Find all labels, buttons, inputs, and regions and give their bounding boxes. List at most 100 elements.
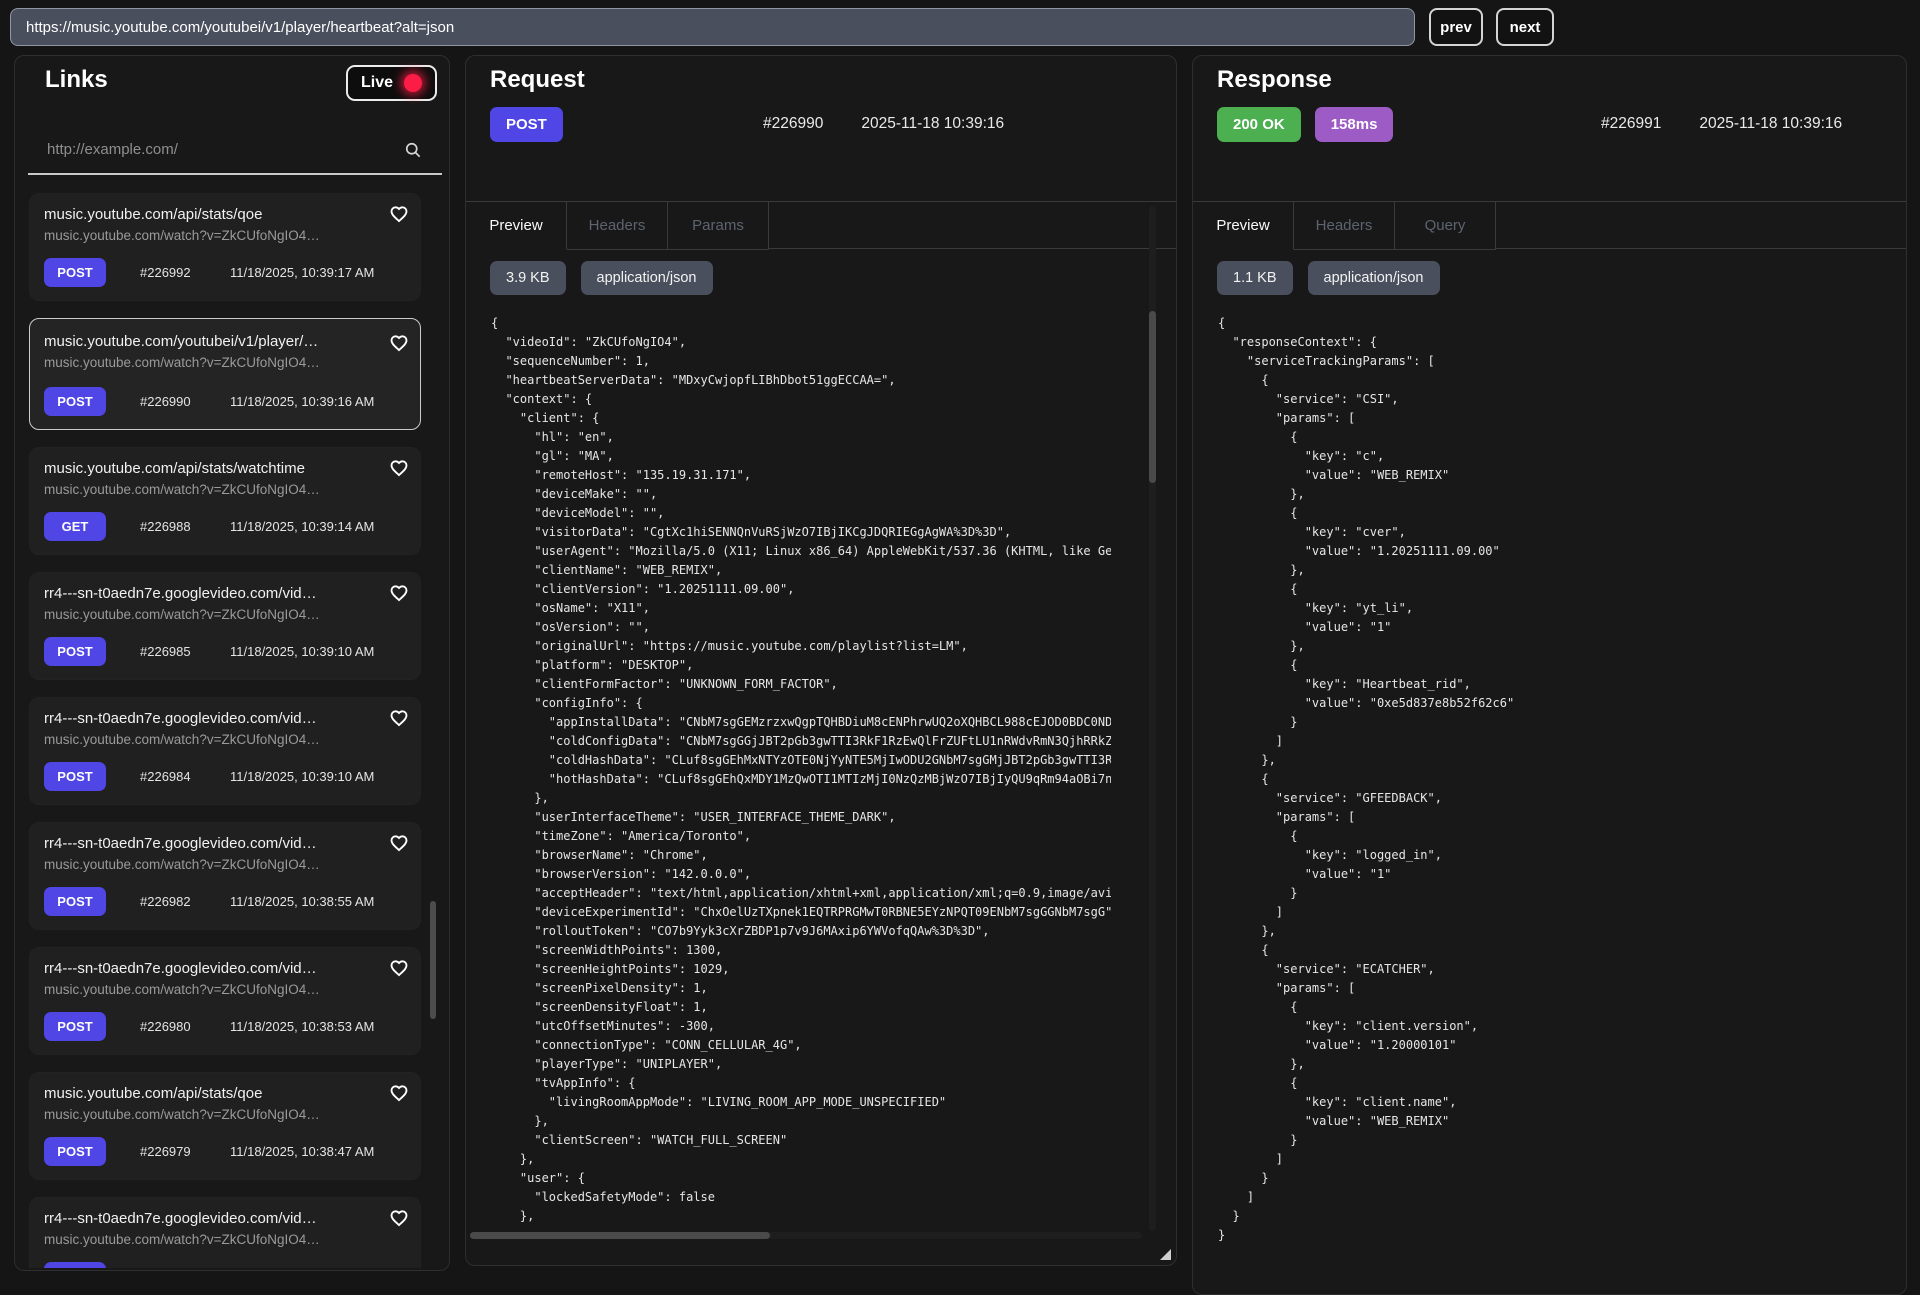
json-line: ] (1218, 1188, 1886, 1207)
json-line: "utcOffsetMinutes": -300, (491, 1017, 1111, 1036)
list-item[interactable]: rr4---sn-t0aedn7e.googlevideo.com/vid… m… (29, 822, 421, 930)
json-line: ] (1218, 1150, 1886, 1169)
json-line: "timeZone": "America/Toronto", (491, 827, 1111, 846)
list-item[interactable]: music.youtube.com/api/stats/qoe music.yo… (29, 1072, 421, 1180)
json-line: { (1218, 998, 1886, 1017)
response-timestamp: 2025-11-18 10:39:16 (1699, 115, 1842, 133)
search-icon[interactable] (403, 140, 423, 165)
json-line: "lockedSafetyMode": false (491, 1188, 1111, 1207)
request-timestamp: 11/18/2025, 10:38:53 AM (230, 1019, 374, 1034)
tab[interactable]: Headers (1294, 202, 1395, 250)
json-line: "key": "c", (1218, 447, 1886, 466)
list-item[interactable]: rr4---sn-t0aedn7e.googlevideo.com/vid… m… (29, 697, 421, 805)
list-item-meta: GET #226988 11/18/2025, 10:39:14 AM (44, 512, 374, 541)
favorite-heart-icon[interactable] (389, 458, 409, 478)
json-line: "value": "1" (1218, 865, 1886, 884)
favorite-heart-icon[interactable] (389, 333, 409, 353)
request-meta-badges: 3.9 KB application/json (490, 261, 713, 295)
json-line: "responseContext": { (1218, 333, 1886, 352)
json-line: "visitorData": "CgtXc1hiSENNQnVuRSjWzO7I… (491, 523, 1111, 542)
request-body-preview: { "videoId": "ZkCUfoNgIO4", "sequenceNum… (491, 314, 1111, 1229)
list-item-meta: POST #226985 11/18/2025, 10:39:10 AM (44, 637, 374, 666)
resize-grip-icon[interactable] (1160, 1249, 1171, 1260)
list-item[interactable]: rr4---sn-t0aedn7e.googlevideo.com/vid… m… (29, 947, 421, 1055)
json-line: { (491, 314, 1111, 333)
list-item-url: rr4---sn-t0aedn7e.googlevideo.com/vid… (44, 835, 406, 852)
json-line: "value": "0xe5d837e8b52f62c6" (1218, 694, 1886, 713)
json-line: "connectionType": "CONN_CELLULAR_4G", (491, 1036, 1111, 1055)
prev-button[interactable]: prev (1429, 8, 1483, 46)
request-timestamp: 11/18/2025, 10:39:16 AM (230, 394, 374, 409)
favorite-heart-icon[interactable] (389, 204, 409, 224)
links-search-row (45, 140, 423, 164)
method-badge: POST (44, 387, 106, 416)
json-line: { (1218, 580, 1886, 599)
tab[interactable]: Params (668, 202, 769, 250)
json-line: ] (1218, 732, 1886, 751)
json-line: "deviceModel": "", (491, 504, 1111, 523)
content-type-badge: application/json (581, 261, 713, 295)
json-line: "key": "logged_in", (1218, 846, 1886, 865)
list-item-page-url: music.youtube.com/watch?v=ZkCUfoNgIO4… (44, 482, 406, 497)
json-line: "value": "1" (1218, 618, 1886, 637)
list-item-page-url: music.youtube.com/watch?v=ZkCUfoNgIO4… (44, 228, 406, 243)
list-item[interactable]: rr4---sn-t0aedn7e.googlevideo.com/vid… m… (29, 572, 421, 680)
live-toggle-button[interactable]: Live (346, 65, 437, 101)
json-line: "value": "WEB_REMIX" (1218, 1112, 1886, 1131)
request-panel-title: Request (490, 66, 585, 94)
tab[interactable]: Headers (567, 202, 668, 250)
list-item-url: rr4---sn-t0aedn7e.googlevideo.com/vid… (44, 960, 406, 977)
request-number: #226992 (140, 265, 206, 280)
json-line: "service": "CSI", (1218, 390, 1886, 409)
request-tabs: Preview Headers Params (466, 201, 1176, 250)
json-line: "clientScreen": "WATCH_FULL_SCREEN" (491, 1131, 1111, 1150)
json-line: "osName": "X11", (491, 599, 1111, 618)
search-input[interactable] (45, 140, 427, 159)
json-line: "params": [ (1218, 409, 1886, 428)
favorite-heart-icon[interactable] (389, 833, 409, 853)
next-button[interactable]: next (1496, 8, 1554, 46)
response-body-preview: { "responseContext": { "serviceTrackingP… (1218, 314, 1886, 1292)
links-panel: Links Live music.youtube.com/api/stats/q… (14, 55, 450, 1271)
request-horizontal-scrollbar-thumb[interactable] (470, 1232, 770, 1239)
list-item[interactable]: music.youtube.com/youtubei/v1/player/… m… (29, 318, 421, 430)
payload-size-badge: 1.1 KB (1217, 261, 1293, 295)
json-line: "clientVersion": "1.20251111.09.00", (491, 580, 1111, 599)
favorite-heart-icon[interactable] (389, 1208, 409, 1228)
method-badge: POST (44, 887, 106, 916)
links-scrollbar-thumb[interactable] (430, 901, 436, 1019)
request-timestamp: 11/18/2025, 10:39:17 AM (230, 265, 374, 280)
json-line: "browserName": "Chrome", (491, 846, 1111, 865)
favorite-heart-icon[interactable] (389, 1083, 409, 1103)
list-item[interactable]: music.youtube.com/api/stats/watchtime mu… (29, 447, 421, 555)
favorite-heart-icon[interactable] (389, 708, 409, 728)
content-type-badge: application/json (1308, 261, 1440, 295)
json-line: "client": { (491, 409, 1111, 428)
json-line: "configInfo": { (491, 694, 1111, 713)
tab[interactable]: Query (1395, 202, 1496, 250)
response-number: #226991 (1601, 115, 1661, 133)
list-item[interactable]: rr4---sn-t0aedn7e.googlevideo.com/vid… m… (29, 1197, 421, 1268)
favorite-heart-icon[interactable] (389, 583, 409, 603)
tab[interactable]: Preview (466, 202, 567, 250)
json-line: "heartbeatServerData": "MDxyCwjopfLIBhDb… (491, 371, 1111, 390)
json-line: "rolloutToken": "CO7b9Yyk3cXrZBDP1p7v9J6… (491, 922, 1111, 941)
url-input[interactable] (10, 8, 1415, 46)
request-timestamp: 11/18/2025, 10:38:55 AM (230, 894, 374, 909)
tab[interactable]: Preview (1193, 202, 1294, 250)
payload-size-badge: 3.9 KB (490, 261, 566, 295)
json-line: "osVersion": "", (491, 618, 1111, 637)
links-list: music.youtube.com/api/stats/qoe music.yo… (29, 176, 421, 1268)
json-line: "coldConfigData": "CNbM7sgGGjJBT2pGb3gwT… (491, 732, 1111, 751)
request-status-row: POST #226990 2025-11-18 10:39:16 (490, 106, 1158, 142)
json-line: }, (1218, 485, 1886, 504)
request-timestamp: 11/18/2025, 10:39:14 AM (230, 519, 374, 534)
list-item-url: music.youtube.com/youtubei/v1/player/… (44, 333, 406, 350)
json-line: "tvAppInfo": { (491, 1074, 1111, 1093)
list-item-url: rr4---sn-t0aedn7e.googlevideo.com/vid… (44, 585, 406, 602)
json-line: "deviceExperimentId": "ChxOelUzTXpnek1EQ… (491, 903, 1111, 922)
json-line: } (1218, 1207, 1886, 1226)
request-vertical-scrollbar-thumb[interactable] (1149, 311, 1156, 483)
favorite-heart-icon[interactable] (389, 958, 409, 978)
list-item[interactable]: music.youtube.com/api/stats/qoe music.yo… (29, 193, 421, 301)
